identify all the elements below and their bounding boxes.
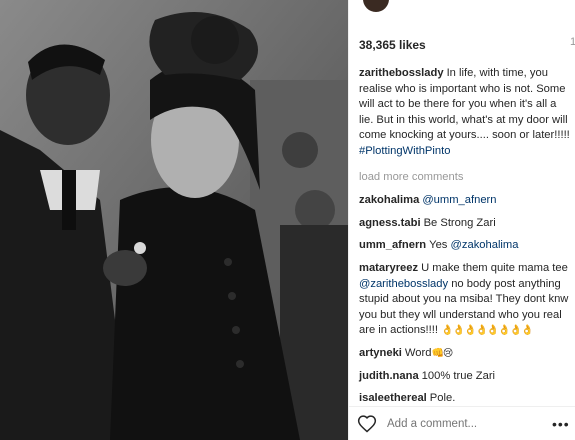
comment-mention[interactable]: @umm_afnern [422, 194, 496, 206]
comment-username[interactable]: artyneki [359, 347, 402, 359]
post-details-panel: 1 38,365 likes zarithebosslady In life, w… [348, 0, 575, 440]
caption-username[interactable]: zarithebosslady [359, 67, 444, 79]
comment-text: Yes [429, 239, 451, 252]
avatar[interactable] [363, 0, 389, 12]
comment-username[interactable]: zakohalima [359, 194, 419, 206]
comment-item: agness.tabi Be Strong Zari [359, 216, 571, 232]
post-photo [0, 0, 348, 440]
comment-item: judith.nana 100% true Zari [359, 369, 571, 385]
comment-text: Word [404, 346, 432, 359]
comment-item: artyneki Word👊😢 [359, 346, 571, 362]
load-more-comments-link[interactable]: load more comments [359, 170, 571, 186]
likes-count[interactable]: 38,365 likes [359, 38, 426, 52]
comment-text: U make them quite mama tee [421, 261, 568, 274]
comment-username[interactable]: agness.tabi [359, 217, 421, 229]
comment-username[interactable]: isaleethereal [359, 392, 427, 404]
comment-mention[interactable]: @zarithebosslady [359, 278, 448, 290]
post-caption: zarithebosslady In life, with time, you r… [359, 66, 571, 160]
scroll-indicator: 1 [570, 36, 575, 48]
comment-text: 100% true Zari [421, 369, 496, 382]
add-comment-input[interactable] [387, 416, 537, 432]
comment-item: zakohalima @umm_afnern [359, 193, 571, 209]
add-comment-bar: ••• [349, 406, 575, 440]
comment-username[interactable]: mataryreez [359, 262, 418, 274]
photo-black-white-image [0, 0, 348, 440]
comment-username[interactable]: umm_afnern [359, 239, 426, 251]
comment-username[interactable]: judith.nana [359, 370, 419, 382]
fist-cry-emoji: 👊😢 [431, 347, 453, 359]
comment-mention[interactable]: @zakohalima [451, 239, 519, 251]
comment-text: Be Strong Zari [423, 216, 496, 229]
more-options-icon[interactable]: ••• [552, 416, 570, 432]
comment-item: mataryreez U make them quite mama tee @za… [359, 261, 571, 339]
comment-item: umm_afnern Yes @zakohalima [359, 238, 571, 254]
comment-item: isaleethereal Pole. [359, 391, 571, 407]
heart-outline-icon[interactable] [357, 414, 377, 434]
comments-list: zarithebosslady In life, with time, you r… [359, 66, 571, 414]
caption-hashtag[interactable]: #PlottingWithPinto [359, 145, 450, 157]
ok-hand-emoji: 👌👌👌👌👌👌👌👌 [441, 325, 534, 337]
comment-text: Pole. [429, 392, 456, 405]
